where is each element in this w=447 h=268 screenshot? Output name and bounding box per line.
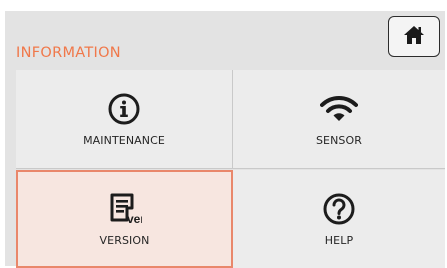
help-circle-icon xyxy=(322,192,356,226)
home-button[interactable] xyxy=(388,16,440,57)
sensor-label: SENSOR xyxy=(315,133,363,147)
home-icon xyxy=(403,25,425,49)
page-title: INFORMATION xyxy=(16,45,121,61)
info-circle-icon xyxy=(107,92,141,126)
maintenance-label: MAINTENANCE xyxy=(83,133,165,147)
version-icon-text: ver. xyxy=(127,212,142,226)
maintenance-tile[interactable]: MAINTENANCE xyxy=(16,70,233,169)
help-tile[interactable]: HELP xyxy=(233,170,445,268)
help-label: HELP xyxy=(324,233,354,247)
version-label: VERSION xyxy=(99,233,150,247)
version-tile[interactable]: ver. VERSION xyxy=(16,170,233,268)
sensor-tile[interactable]: SENSOR xyxy=(233,70,445,169)
wifi-icon xyxy=(320,92,358,126)
version-document-icon: ver. xyxy=(108,192,142,226)
